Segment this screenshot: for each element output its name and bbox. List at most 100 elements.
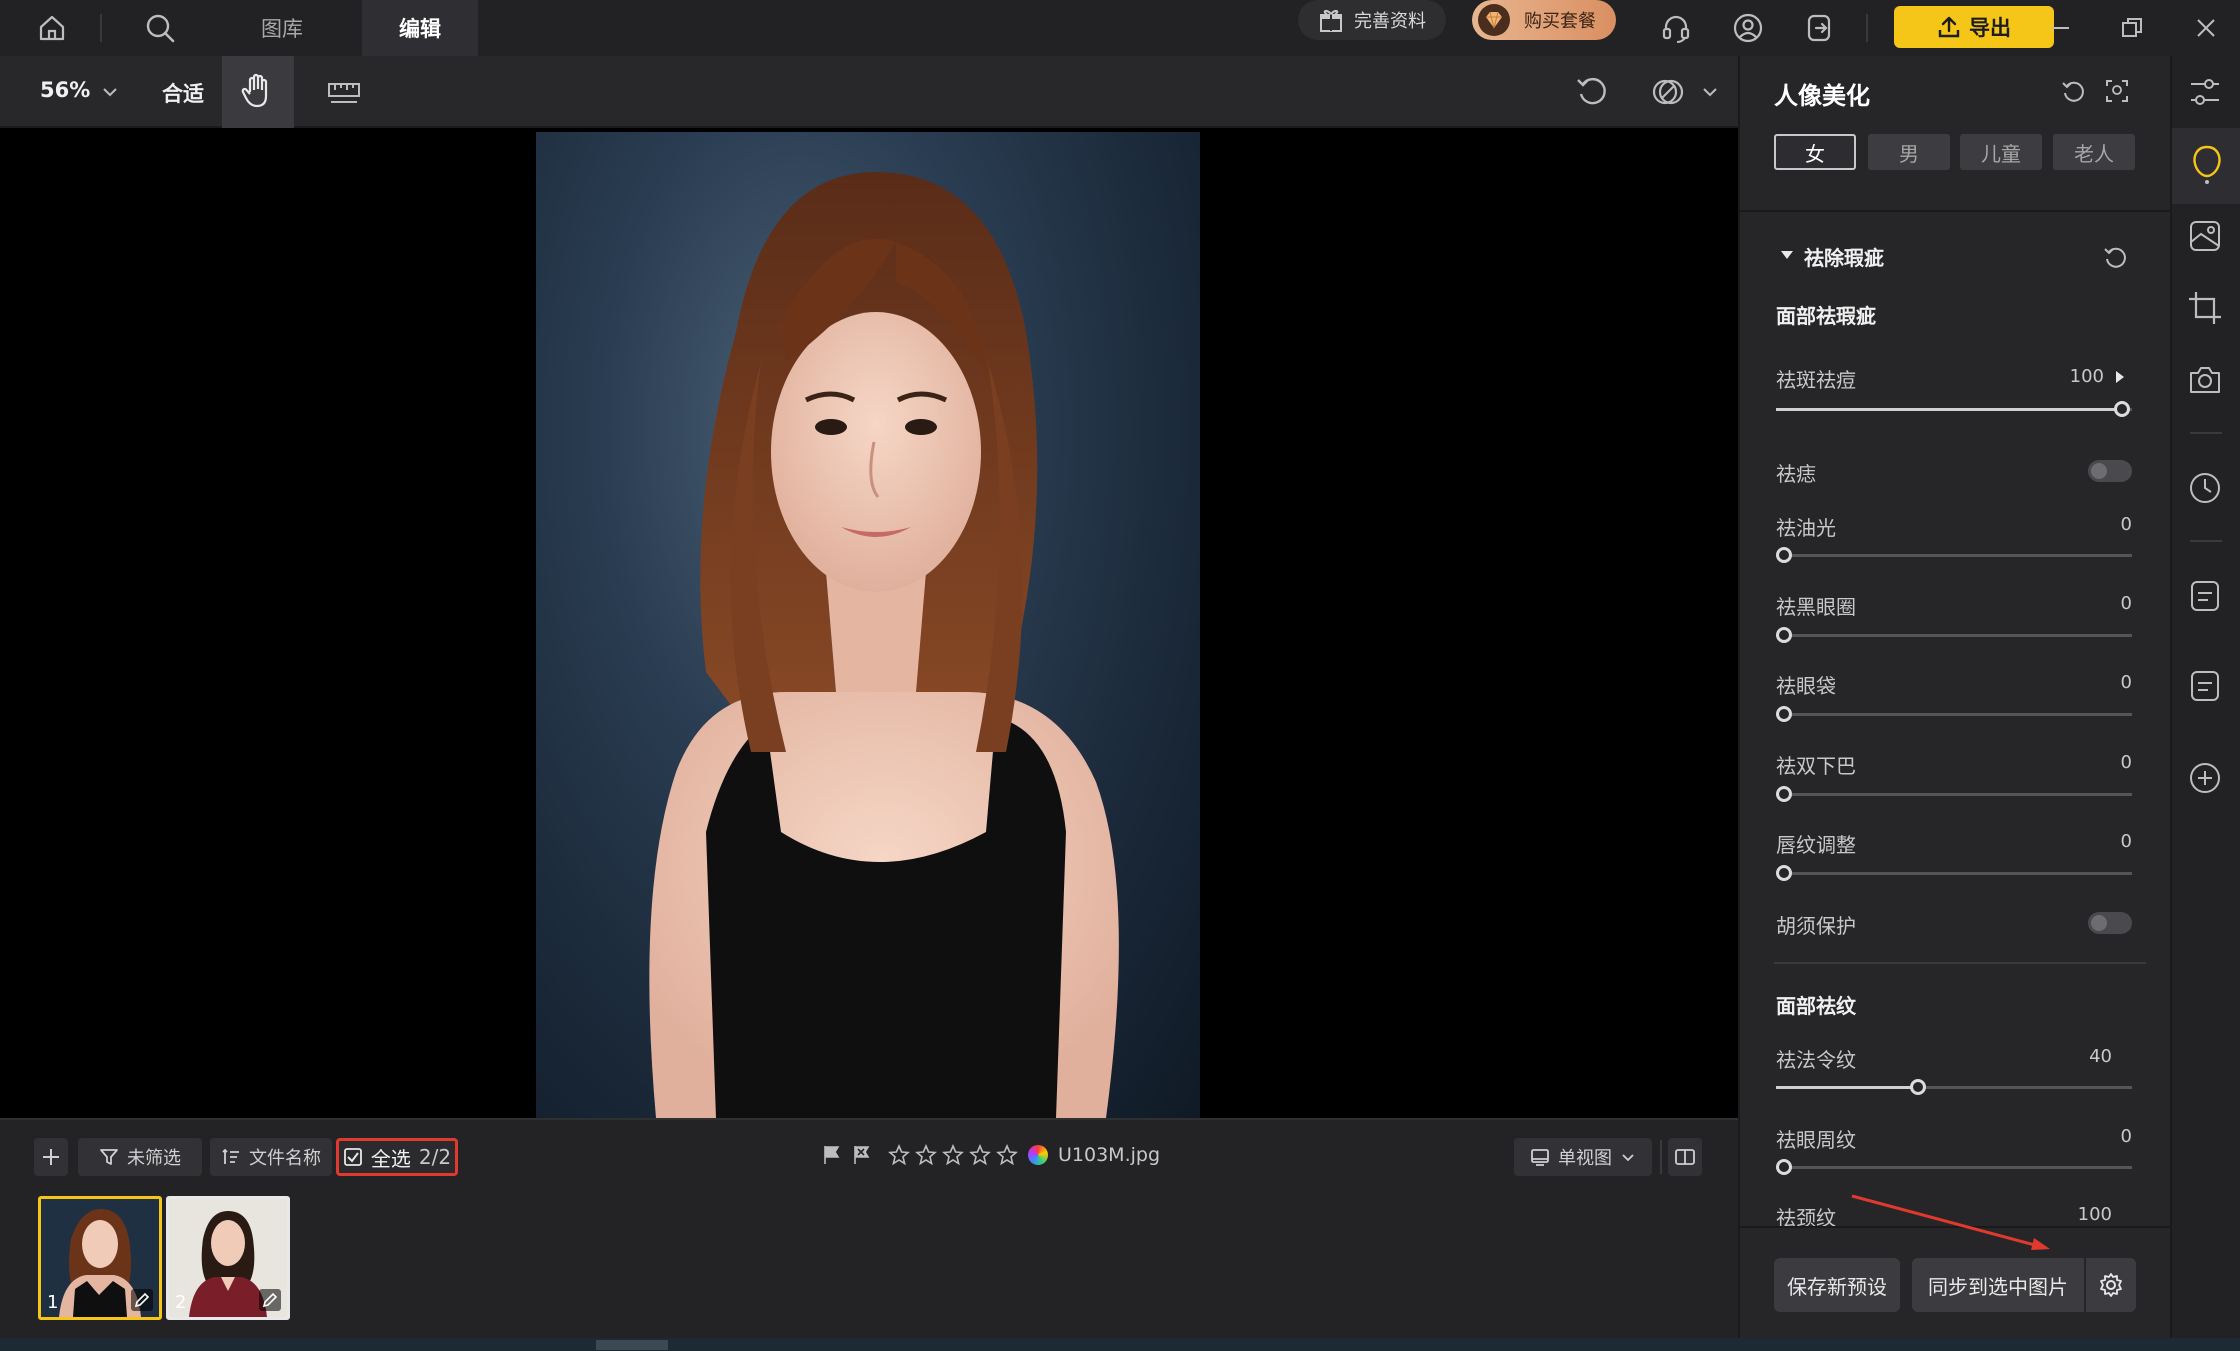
star-icon[interactable] — [888, 1144, 910, 1166]
slider-knob[interactable] — [1910, 1079, 1926, 1095]
preset-icon[interactable] — [2187, 578, 2223, 614]
segment-male[interactable]: 男 — [1868, 134, 1950, 170]
thumbnail-item[interactable]: 2 — [166, 1196, 290, 1320]
camera-icon[interactable] — [2187, 362, 2223, 398]
slider-track[interactable] — [1776, 547, 2132, 563]
collapse-triangle-icon[interactable] — [1780, 248, 1794, 262]
reject-flag-icon[interactable] — [852, 1144, 872, 1166]
slider-track[interactable] — [1776, 706, 2132, 722]
toggle-label: 祛痣 — [1776, 462, 1816, 486]
compare-icon[interactable] — [1650, 74, 1686, 110]
history-icon[interactable] — [2187, 470, 2223, 506]
fit-button[interactable]: 合适 — [162, 78, 204, 108]
section-title[interactable]: 祛除瑕疵 — [1804, 242, 1884, 271]
slider-value[interactable]: 0 — [2072, 514, 2132, 535]
slider-value[interactable]: 0 — [2072, 752, 2132, 773]
slider-track[interactable] — [1776, 401, 2132, 417]
image-adjust-icon[interactable] — [2187, 218, 2223, 254]
slider-value[interactable]: 100 — [2052, 1204, 2112, 1225]
slider-value[interactable]: 0 — [2072, 1126, 2132, 1147]
star-icon[interactable] — [915, 1144, 937, 1166]
thumbnail-item[interactable]: 1 — [38, 1196, 162, 1320]
ruler-icon[interactable] — [326, 76, 362, 108]
checkbox-icon — [344, 1148, 362, 1166]
adjust-sliders-icon[interactable] — [2187, 74, 2223, 110]
tab-edit[interactable]: 编辑 — [362, 0, 478, 56]
sync-to-selected-button[interactable]: 同步到选中图片 — [1912, 1258, 2084, 1312]
mole-removal-toggle[interactable] — [2088, 460, 2132, 482]
slider-knob[interactable] — [1776, 547, 1792, 563]
slider-track[interactable] — [1776, 627, 2132, 643]
slider-value[interactable]: 0 — [2072, 593, 2132, 614]
flag-icon[interactable] — [822, 1144, 842, 1166]
undo-icon[interactable] — [1574, 74, 1610, 110]
star-icon[interactable] — [942, 1144, 964, 1166]
segment-child[interactable]: 儿童 — [1960, 134, 2042, 170]
segment-female[interactable]: 女 — [1774, 134, 1856, 170]
slider-track[interactable] — [1776, 865, 2132, 881]
slider-knob[interactable] — [1776, 1159, 1792, 1175]
restore-icon[interactable] — [2112, 8, 2152, 48]
headset-icon[interactable] — [1656, 8, 1696, 48]
portrait-tool-tab[interactable] — [2172, 128, 2240, 204]
filter-button[interactable]: 未筛选 — [78, 1138, 202, 1176]
segment-elder[interactable]: 老人 — [2053, 134, 2135, 170]
zoom-level[interactable]: 56% — [40, 78, 90, 102]
star-icon[interactable] — [996, 1144, 1018, 1166]
slider-knob[interactable] — [1776, 627, 1792, 643]
sync-settings-button[interactable] — [2086, 1258, 2136, 1312]
slider-knob[interactable] — [1776, 786, 1792, 802]
toggle-label: 胡须保护 — [1776, 914, 1856, 938]
export-button[interactable]: 导出 — [1894, 6, 2054, 48]
annotation-arrow-icon — [1851, 1194, 2050, 1250]
chevron-down-icon[interactable] — [100, 82, 120, 102]
slider-value[interactable]: 0 — [2072, 672, 2132, 693]
search-icon[interactable] — [140, 8, 180, 48]
slider-value[interactable]: 100 — [2044, 366, 2104, 387]
add-circle-icon[interactable] — [2187, 760, 2223, 796]
caret-right-icon[interactable] — [2114, 370, 2126, 384]
scrollbar-thumb[interactable] — [596, 1340, 668, 1350]
color-label-icon[interactable] — [1028, 1145, 1048, 1165]
slider-value[interactable]: 0 — [2072, 831, 2132, 852]
slider-knob[interactable] — [1776, 865, 1792, 881]
tab-library[interactable]: 图库 — [232, 0, 332, 56]
edited-icon — [131, 1289, 153, 1311]
image-canvas[interactable] — [0, 128, 1738, 1118]
add-image-button[interactable] — [34, 1138, 68, 1176]
chevron-down-icon[interactable] — [1700, 82, 1720, 102]
close-icon[interactable] — [2186, 8, 2226, 48]
hand-tool-button[interactable] — [222, 56, 294, 128]
slider-value[interactable]: 40 — [2052, 1046, 2112, 1067]
section-reset-icon[interactable] — [2102, 244, 2128, 270]
beard-protect-toggle[interactable] — [2088, 912, 2132, 934]
divider — [1660, 1140, 1662, 1174]
slider-track[interactable] — [1776, 1159, 2132, 1175]
slider-knob[interactable] — [2114, 401, 2130, 417]
star-rating[interactable] — [888, 1144, 1018, 1166]
user-icon[interactable] — [1728, 8, 1768, 48]
star-icon[interactable] — [969, 1144, 991, 1166]
view-mode-dropdown[interactable]: 单视图 — [1514, 1138, 1652, 1176]
sort-button[interactable]: 文件名称 — [210, 1138, 332, 1176]
home-icon[interactable] — [32, 8, 72, 48]
split-view-button[interactable] — [1668, 1138, 1702, 1176]
reset-icon[interactable] — [2060, 78, 2086, 104]
save-preset-button[interactable]: 保存新预设 — [1774, 1258, 1900, 1312]
select-all-button[interactable]: 全选 2/2 — [336, 1138, 458, 1176]
slider-track[interactable] — [1776, 1079, 2132, 1095]
logout-icon[interactable] — [1800, 8, 1840, 48]
minimize-icon[interactable] — [2040, 8, 2080, 48]
notes-icon[interactable] — [2187, 668, 2223, 704]
buy-plan-button[interactable]: 购买套餐 — [1472, 0, 1616, 40]
buy-plan-label: 购买套餐 — [1524, 11, 1596, 32]
face-scan-icon[interactable] — [2104, 78, 2130, 104]
portrait-photo — [536, 132, 1200, 1118]
slider-track[interactable] — [1776, 786, 2132, 802]
sort-label: 文件名称 — [249, 1148, 321, 1169]
slider-knob[interactable] — [1776, 706, 1792, 722]
slider-label: 祛眼袋 — [1776, 674, 1836, 698]
crop-icon[interactable] — [2187, 290, 2223, 326]
complete-profile-button[interactable]: 完善资料 — [1298, 0, 1446, 40]
gear-icon — [2100, 1273, 2122, 1297]
